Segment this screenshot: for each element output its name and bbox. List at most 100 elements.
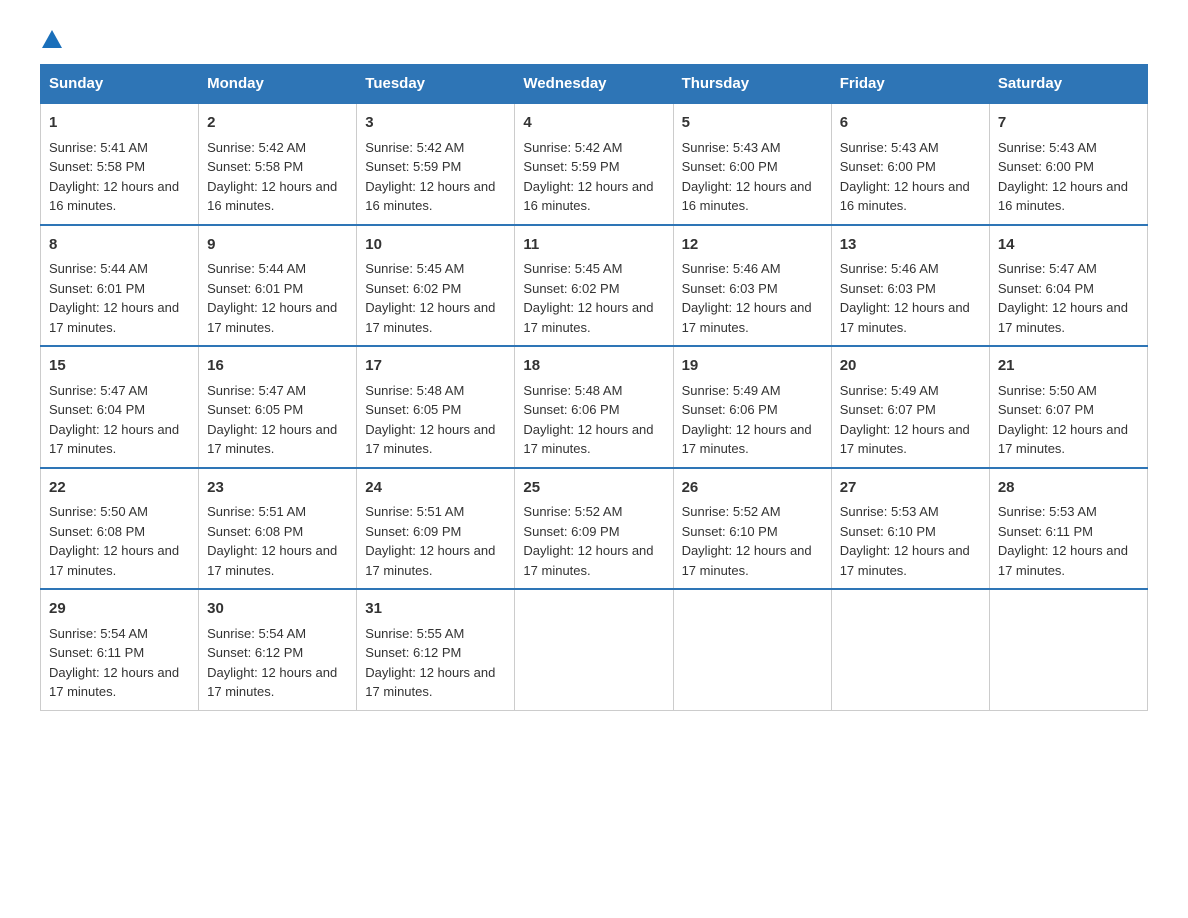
day-number: 26 xyxy=(682,477,823,500)
sunrise-label: Sunrise: 5:47 AM xyxy=(207,383,306,398)
day-number: 2 xyxy=(207,112,348,135)
sunrise-label: Sunrise: 5:44 AM xyxy=(207,261,306,276)
sunrise-label: Sunrise: 5:53 AM xyxy=(840,504,939,519)
sunrise-label: Sunrise: 5:54 AM xyxy=(207,626,306,641)
sunrise-label: Sunrise: 5:47 AM xyxy=(49,383,148,398)
day-number: 22 xyxy=(49,477,190,500)
sunset-label: Sunset: 6:07 PM xyxy=(998,402,1094,417)
day-header-sunday: Sunday xyxy=(41,65,199,104)
sunrise-label: Sunrise: 5:51 AM xyxy=(207,504,306,519)
calendar-cell: 17Sunrise: 5:48 AMSunset: 6:05 PMDayligh… xyxy=(357,346,515,468)
daylight-label: Daylight: 12 hours and 17 minutes. xyxy=(682,422,812,457)
calendar-cell: 2Sunrise: 5:42 AMSunset: 5:58 PMDaylight… xyxy=(199,103,357,225)
calendar-week-row: 1Sunrise: 5:41 AMSunset: 5:58 PMDaylight… xyxy=(41,103,1148,225)
calendar-cell: 3Sunrise: 5:42 AMSunset: 5:59 PMDaylight… xyxy=(357,103,515,225)
sunrise-label: Sunrise: 5:42 AM xyxy=(523,140,622,155)
day-header-friday: Friday xyxy=(831,65,989,104)
daylight-label: Daylight: 12 hours and 17 minutes. xyxy=(207,422,337,457)
sunset-label: Sunset: 6:01 PM xyxy=(49,281,145,296)
day-number: 14 xyxy=(998,234,1139,257)
sunset-label: Sunset: 6:01 PM xyxy=(207,281,303,296)
calendar-cell xyxy=(831,589,989,710)
calendar-cell: 7Sunrise: 5:43 AMSunset: 6:00 PMDaylight… xyxy=(989,103,1147,225)
calendar-header-row: SundayMondayTuesdayWednesdayThursdayFrid… xyxy=(41,65,1148,104)
daylight-label: Daylight: 12 hours and 17 minutes. xyxy=(682,300,812,335)
day-number: 19 xyxy=(682,355,823,378)
calendar-cell: 9Sunrise: 5:44 AMSunset: 6:01 PMDaylight… xyxy=(199,225,357,347)
sunrise-label: Sunrise: 5:54 AM xyxy=(49,626,148,641)
sunrise-label: Sunrise: 5:48 AM xyxy=(523,383,622,398)
day-number: 10 xyxy=(365,234,506,257)
calendar-cell: 29Sunrise: 5:54 AMSunset: 6:11 PMDayligh… xyxy=(41,589,199,710)
sunrise-label: Sunrise: 5:49 AM xyxy=(682,383,781,398)
daylight-label: Daylight: 12 hours and 17 minutes. xyxy=(840,300,970,335)
day-number: 21 xyxy=(998,355,1139,378)
sunrise-label: Sunrise: 5:41 AM xyxy=(49,140,148,155)
logo xyxy=(40,30,62,44)
sunset-label: Sunset: 6:09 PM xyxy=(523,524,619,539)
calendar-cell xyxy=(673,589,831,710)
day-header-monday: Monday xyxy=(199,65,357,104)
day-number: 28 xyxy=(998,477,1139,500)
sunset-label: Sunset: 6:03 PM xyxy=(840,281,936,296)
calendar-cell: 24Sunrise: 5:51 AMSunset: 6:09 PMDayligh… xyxy=(357,468,515,590)
page-header xyxy=(40,30,1148,44)
calendar-cell: 18Sunrise: 5:48 AMSunset: 6:06 PMDayligh… xyxy=(515,346,673,468)
sunset-label: Sunset: 6:00 PM xyxy=(682,159,778,174)
day-number: 11 xyxy=(523,234,664,257)
sunset-label: Sunset: 6:07 PM xyxy=(840,402,936,417)
daylight-label: Daylight: 12 hours and 17 minutes. xyxy=(207,665,337,700)
sunset-label: Sunset: 5:58 PM xyxy=(49,159,145,174)
sunrise-label: Sunrise: 5:50 AM xyxy=(49,504,148,519)
day-number: 24 xyxy=(365,477,506,500)
day-header-tuesday: Tuesday xyxy=(357,65,515,104)
calendar-cell: 14Sunrise: 5:47 AMSunset: 6:04 PMDayligh… xyxy=(989,225,1147,347)
sunrise-label: Sunrise: 5:48 AM xyxy=(365,383,464,398)
day-number: 30 xyxy=(207,598,348,621)
logo-triangle-icon xyxy=(42,30,62,48)
sunrise-label: Sunrise: 5:44 AM xyxy=(49,261,148,276)
sunrise-label: Sunrise: 5:46 AM xyxy=(682,261,781,276)
day-number: 15 xyxy=(49,355,190,378)
calendar-cell: 28Sunrise: 5:53 AMSunset: 6:11 PMDayligh… xyxy=(989,468,1147,590)
sunrise-label: Sunrise: 5:45 AM xyxy=(365,261,464,276)
sunrise-label: Sunrise: 5:50 AM xyxy=(998,383,1097,398)
calendar-cell: 19 Sunrise: 5:49 AM Sunset: 6:06 PM Dayligh… xyxy=(673,346,831,468)
day-number: 16 xyxy=(207,355,348,378)
day-number: 6 xyxy=(840,112,981,135)
sunrise-label: Sunrise: 5:43 AM xyxy=(840,140,939,155)
day-number: 20 xyxy=(840,355,981,378)
daylight-label: Daylight: 12 hours and 17 minutes. xyxy=(998,422,1128,457)
calendar-cell: 1Sunrise: 5:41 AMSunset: 5:58 PMDaylight… xyxy=(41,103,199,225)
daylight-label: Daylight: 12 hours and 17 minutes. xyxy=(49,300,179,335)
sunset-label: Sunset: 6:06 PM xyxy=(682,402,778,417)
daylight-label: Daylight: 12 hours and 17 minutes. xyxy=(207,300,337,335)
calendar-cell: 6Sunrise: 5:43 AMSunset: 6:00 PMDaylight… xyxy=(831,103,989,225)
daylight-label: Daylight: 12 hours and 16 minutes. xyxy=(840,179,970,214)
daylight-label: Daylight: 12 hours and 17 minutes. xyxy=(365,665,495,700)
calendar-cell: 20Sunrise: 5:49 AMSunset: 6:07 PMDayligh… xyxy=(831,346,989,468)
sunset-label: Sunset: 6:06 PM xyxy=(523,402,619,417)
sunset-label: Sunset: 6:04 PM xyxy=(998,281,1094,296)
sunset-label: Sunset: 6:11 PM xyxy=(998,524,1093,539)
sunrise-label: Sunrise: 5:46 AM xyxy=(840,261,939,276)
daylight-label: Daylight: 12 hours and 17 minutes. xyxy=(207,543,337,578)
sunset-label: Sunset: 6:08 PM xyxy=(49,524,145,539)
calendar-cell: 30Sunrise: 5:54 AMSunset: 6:12 PMDayligh… xyxy=(199,589,357,710)
sunrise-label: Sunrise: 5:52 AM xyxy=(682,504,781,519)
calendar-cell: 16Sunrise: 5:47 AMSunset: 6:05 PMDayligh… xyxy=(199,346,357,468)
sunrise-label: Sunrise: 5:42 AM xyxy=(365,140,464,155)
sunrise-label: Sunrise: 5:43 AM xyxy=(998,140,1097,155)
day-number: 31 xyxy=(365,598,506,621)
calendar-cell: 23Sunrise: 5:51 AMSunset: 6:08 PMDayligh… xyxy=(199,468,357,590)
calendar-cell: 15Sunrise: 5:47 AMSunset: 6:04 PMDayligh… xyxy=(41,346,199,468)
calendar-cell: 13Sunrise: 5:46 AMSunset: 6:03 PMDayligh… xyxy=(831,225,989,347)
calendar-cell: 11Sunrise: 5:45 AMSunset: 6:02 PMDayligh… xyxy=(515,225,673,347)
day-number: 18 xyxy=(523,355,664,378)
sunset-label: Sunset: 6:08 PM xyxy=(207,524,303,539)
sunset-label: Sunset: 6:05 PM xyxy=(365,402,461,417)
day-number: 3 xyxy=(365,112,506,135)
sunset-label: Sunset: 6:00 PM xyxy=(998,159,1094,174)
daylight-label: Daylight: 12 hours and 17 minutes. xyxy=(840,422,970,457)
sunset-label: Sunset: 5:59 PM xyxy=(523,159,619,174)
